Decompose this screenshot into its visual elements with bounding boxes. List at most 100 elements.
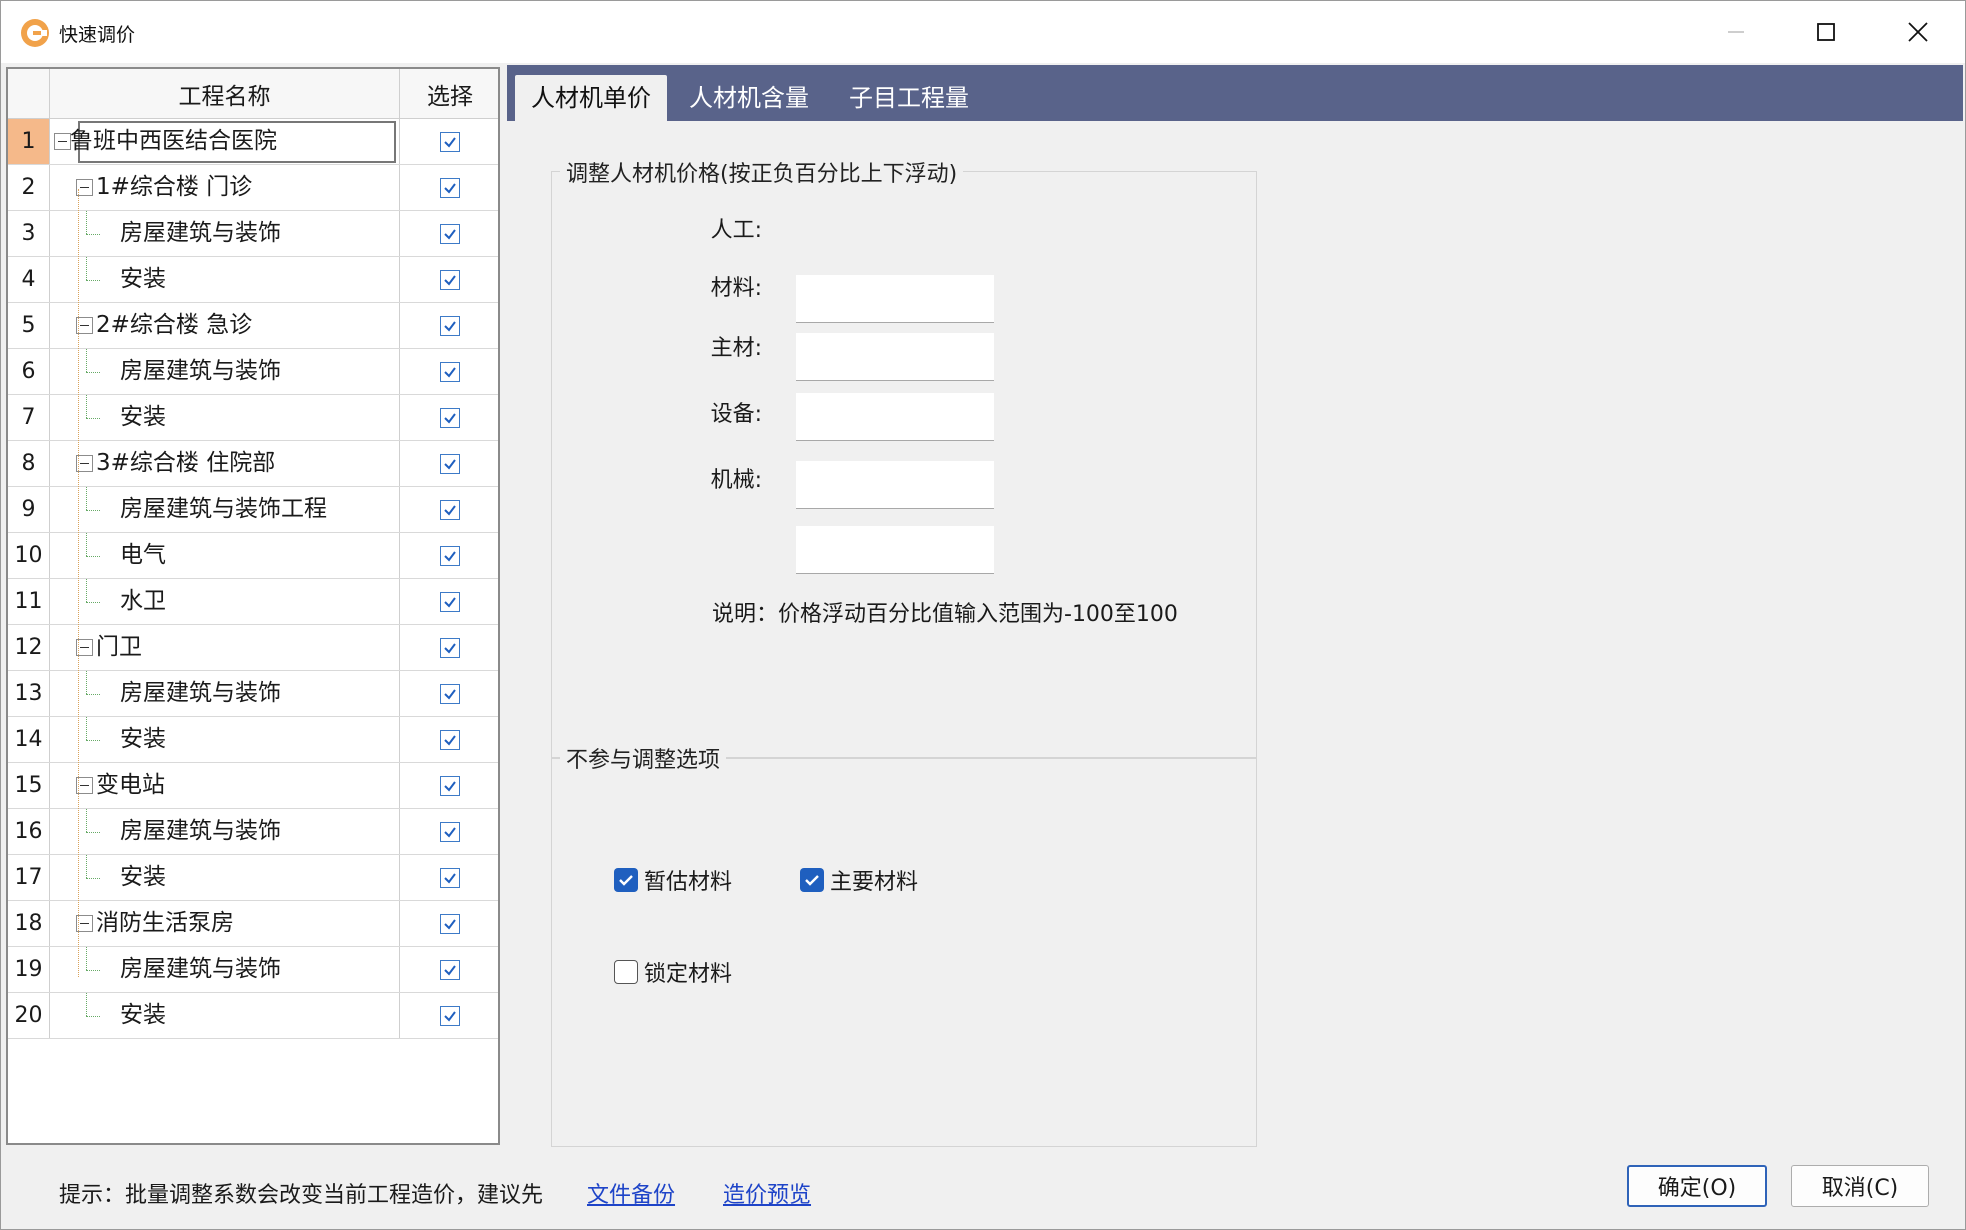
tree-row[interactable]: 12 门卫 xyxy=(8,625,498,671)
project-name-cell[interactable]: 安装 xyxy=(50,993,400,1038)
project-name-cell[interactable]: 鲁班中西医结合医院 xyxy=(50,119,400,164)
project-name-cell[interactable]: 房屋建筑与装饰 xyxy=(50,211,400,256)
tree-row[interactable]: 20 安装 xyxy=(8,993,498,1039)
row-number[interactable]: 14 xyxy=(8,717,50,762)
checkbox-checked-icon[interactable] xyxy=(440,131,460,152)
row-number[interactable]: 11 xyxy=(8,579,50,624)
tree-row[interactable]: 2 1#综合楼 门诊 xyxy=(8,165,498,211)
project-name-cell[interactable]: 消防生活泵房 xyxy=(50,901,400,946)
checkbox-checked-icon[interactable] xyxy=(440,591,460,612)
checkbox-checked-icon[interactable] xyxy=(440,177,460,198)
cost-preview-link[interactable]: 造价预览 xyxy=(723,1177,811,1209)
minimize-button[interactable] xyxy=(1705,9,1767,55)
option-key-material[interactable]: 主要材料 xyxy=(800,864,918,896)
project-name-cell[interactable]: 房屋建筑与装饰 xyxy=(50,947,400,992)
project-name-cell[interactable]: 变电站 xyxy=(50,763,400,808)
project-name-cell[interactable]: 房屋建筑与装饰 xyxy=(50,349,400,394)
labor-input[interactable] xyxy=(796,275,994,323)
tab-item-quantity[interactable]: 子目工程量 xyxy=(833,75,985,121)
row-number[interactable]: 17 xyxy=(8,855,50,900)
row-number[interactable]: 15 xyxy=(8,763,50,808)
row-number[interactable]: 2 xyxy=(8,165,50,210)
material-input[interactable] xyxy=(796,333,994,381)
ok-button[interactable]: 确定(O) xyxy=(1627,1165,1767,1207)
tree-row[interactable]: 5 2#综合楼 急诊 xyxy=(8,303,498,349)
checkbox-checked-icon[interactable] xyxy=(614,868,638,892)
checkbox-checked-icon[interactable] xyxy=(440,269,460,290)
column-header-project-name[interactable]: 工程名称 xyxy=(50,69,400,119)
checkbox-checked-icon[interactable] xyxy=(800,868,824,892)
checkbox-checked-icon[interactable] xyxy=(440,223,460,244)
checkbox-checked-icon[interactable] xyxy=(440,913,460,934)
tree-row[interactable]: 3 房屋建筑与装饰 xyxy=(8,211,498,257)
checkbox-checked-icon[interactable] xyxy=(440,637,460,658)
project-name-cell[interactable]: 2#综合楼 急诊 xyxy=(50,303,400,348)
row-number[interactable]: 5 xyxy=(8,303,50,348)
tree-row[interactable]: 11 水卫 xyxy=(8,579,498,625)
project-name-cell[interactable]: 安装 xyxy=(50,855,400,900)
project-name-cell[interactable]: 安装 xyxy=(50,395,400,440)
project-name-cell[interactable]: 门卫 xyxy=(50,625,400,670)
tree-row[interactable]: 8 3#综合楼 住院部 xyxy=(8,441,498,487)
checkbox-unchecked-icon[interactable] xyxy=(614,960,638,984)
option-locked-material[interactable]: 锁定材料 xyxy=(614,956,732,988)
row-number[interactable]: 10 xyxy=(8,533,50,578)
checkbox-checked-icon[interactable] xyxy=(440,729,460,750)
row-number[interactable]: 20 xyxy=(8,993,50,1038)
row-number[interactable]: 9 xyxy=(8,487,50,532)
checkbox-checked-icon[interactable] xyxy=(440,407,460,428)
checkbox-checked-icon[interactable] xyxy=(440,683,460,704)
tree-row[interactable]: 18 消防生活泵房 xyxy=(8,901,498,947)
project-name-cell[interactable]: 1#综合楼 门诊 xyxy=(50,165,400,210)
tree-row[interactable]: 15 变电站 xyxy=(8,763,498,809)
row-number[interactable]: 3 xyxy=(8,211,50,256)
column-header-select[interactable]: 选择 xyxy=(400,69,498,119)
collapse-toggle-icon[interactable] xyxy=(54,133,71,150)
row-number[interactable]: 13 xyxy=(8,671,50,716)
checkbox-checked-icon[interactable] xyxy=(440,821,460,842)
project-name-cell[interactable]: 水卫 xyxy=(50,579,400,624)
row-number[interactable]: 4 xyxy=(8,257,50,302)
project-name-cell[interactable]: 3#综合楼 住院部 xyxy=(50,441,400,486)
file-backup-link[interactable]: 文件备份 xyxy=(587,1177,675,1209)
row-number[interactable]: 18 xyxy=(8,901,50,946)
checkbox-checked-icon[interactable] xyxy=(440,959,460,980)
row-number[interactable]: 8 xyxy=(8,441,50,486)
tab-unit-price[interactable]: 人材机单价 xyxy=(515,75,667,121)
main-material-input[interactable] xyxy=(796,393,994,441)
checkbox-checked-icon[interactable] xyxy=(440,453,460,474)
project-name-cell[interactable]: 电气 xyxy=(50,533,400,578)
tree-row[interactable]: 9 房屋建筑与装饰工程 xyxy=(8,487,498,533)
tree-row[interactable]: 13 房屋建筑与装饰 xyxy=(8,671,498,717)
maximize-button[interactable] xyxy=(1795,9,1857,55)
checkbox-checked-icon[interactable] xyxy=(440,315,460,336)
project-name-cell[interactable]: 安装 xyxy=(50,257,400,302)
machinery-input[interactable] xyxy=(796,526,994,574)
checkbox-checked-icon[interactable] xyxy=(440,545,460,566)
equipment-input[interactable] xyxy=(796,461,994,509)
tree-row[interactable]: 14 安装 xyxy=(8,717,498,763)
title-bar[interactable]: 快速调价 xyxy=(1,1,1965,63)
tree-row[interactable]: 6 房屋建筑与装饰 xyxy=(8,349,498,395)
project-name-cell[interactable]: 房屋建筑与装饰 xyxy=(50,671,400,716)
row-number[interactable]: 6 xyxy=(8,349,50,394)
option-provisional-material[interactable]: 暂估材料 xyxy=(614,864,732,896)
row-number[interactable]: 19 xyxy=(8,947,50,992)
row-number[interactable]: 16 xyxy=(8,809,50,854)
tree-row[interactable]: 4 安装 xyxy=(8,257,498,303)
project-name-cell[interactable]: 房屋建筑与装饰 xyxy=(50,809,400,854)
tree-row[interactable]: 1 鲁班中西医结合医院 xyxy=(8,119,498,165)
project-name-cell[interactable]: 房屋建筑与装饰工程 xyxy=(50,487,400,532)
close-button[interactable] xyxy=(1887,9,1949,55)
tree-row[interactable]: 10 电气 xyxy=(8,533,498,579)
project-name-cell[interactable]: 安装 xyxy=(50,717,400,762)
row-number[interactable]: 1 xyxy=(8,119,50,164)
checkbox-checked-icon[interactable] xyxy=(440,499,460,520)
tree-row[interactable]: 17 安装 xyxy=(8,855,498,901)
checkbox-checked-icon[interactable] xyxy=(440,1005,460,1026)
row-number[interactable]: 7 xyxy=(8,395,50,440)
tab-content-quantity[interactable]: 人材机含量 xyxy=(673,75,825,121)
checkbox-checked-icon[interactable] xyxy=(440,867,460,888)
checkbox-checked-icon[interactable] xyxy=(440,775,460,796)
cancel-button[interactable]: 取消(C) xyxy=(1791,1165,1929,1207)
